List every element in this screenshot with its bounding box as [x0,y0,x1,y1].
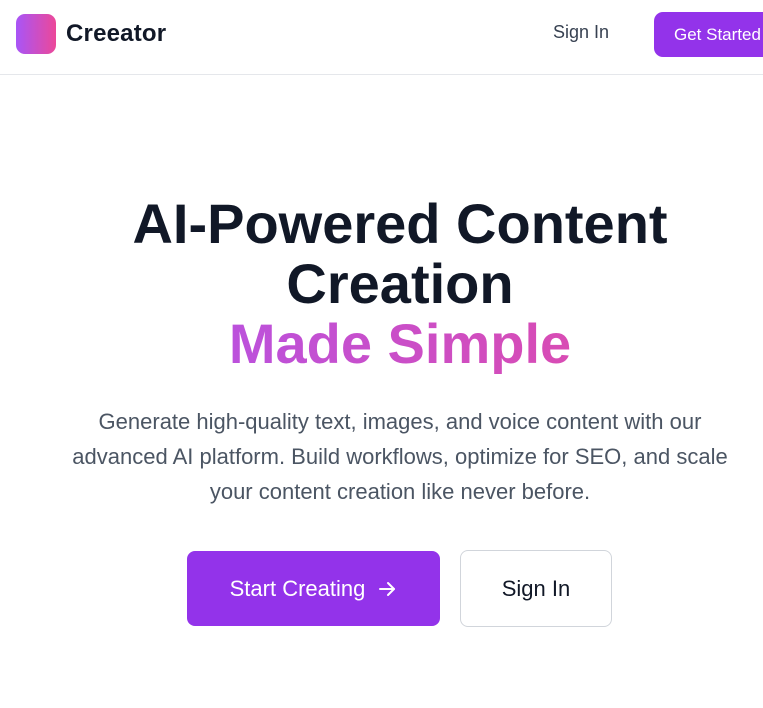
hero-title-line-2: Creation [286,252,514,315]
hero-title-accent: Made Simple [0,314,763,374]
brand[interactable]: Creeator [16,14,166,54]
start-creating-button[interactable]: Start Creating [187,551,440,626]
hero-title: AI-Powered Content Creation Made Simple [0,194,763,374]
start-creating-label: Start Creating [229,575,366,601]
hero-sign-in-label: Sign In [501,575,571,601]
brand-name: Creeator [66,20,167,47]
nav-sign-in-link[interactable]: Sign In [553,22,609,46]
arrow-right-icon [377,579,397,599]
logo-icon [16,14,56,54]
hero-subtitle-line-2: advanced AI platform. Build workflows, o… [72,444,728,469]
hero-sign-in-button[interactable]: Sign In [460,550,612,627]
get-started-button[interactable]: Get Started [654,12,763,57]
top-navbar: Creeator Sign In Get Started [0,0,763,75]
hero-subtitle-line-1: Generate high-quality text, images, and … [98,409,702,434]
hero-title-line-1: AI-Powered Content [132,192,668,255]
hero-subtitle: Generate high-quality text, images, and … [0,404,763,509]
hero-subtitle-line-3: your content creation like never before. [209,479,591,504]
